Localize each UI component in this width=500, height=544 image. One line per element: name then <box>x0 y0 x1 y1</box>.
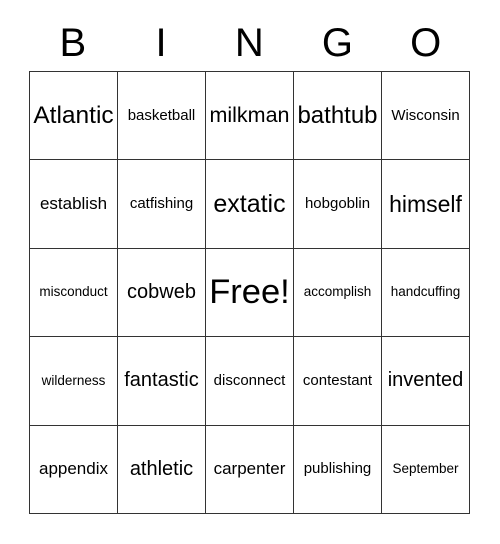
bingo-cell[interactable]: Atlantic <box>30 72 118 161</box>
bingo-cell[interactable]: extatic <box>206 160 294 249</box>
bingo-cell[interactable]: basketball <box>118 72 206 161</box>
bingo-cell[interactable]: cobweb <box>118 248 206 338</box>
bingo-cell-label: disconnect <box>213 372 286 390</box>
bingo-header-letter-i: I <box>155 20 168 65</box>
bingo-cell-label: wilderness <box>41 372 106 388</box>
bingo-cell-label: milkman <box>209 103 290 128</box>
bingo-cell-label: accomplish <box>303 284 372 300</box>
bingo-cell[interactable]: carpenter <box>206 425 294 514</box>
bingo-cell[interactable]: hobgoblin <box>294 160 382 249</box>
bingo-cell-label: extatic <box>213 189 286 218</box>
bingo-card: B I N G O Atlantic basketball milkman bathtub Wi… <box>0 0 500 544</box>
bingo-cell[interactable]: invented <box>382 337 470 426</box>
bingo-header-letter-o: O <box>410 20 442 65</box>
bingo-header-letter-g: G <box>321 20 354 65</box>
bingo-cell[interactable]: bathtub <box>294 72 382 161</box>
bingo-cell[interactable]: athletic <box>118 425 206 514</box>
bingo-cell-label: contestant <box>302 372 373 390</box>
bingo-cell-label: athletic <box>129 457 194 480</box>
bingo-cell-label: cobweb <box>127 280 196 303</box>
bingo-cell-label: Atlantic <box>33 101 114 129</box>
bingo-header-row: BINGO <box>29 14 470 71</box>
bingo-cell[interactable]: appendix <box>30 425 118 514</box>
bingo-cell-label: catfishing <box>129 195 194 213</box>
bingo-cell-label: September <box>392 461 459 477</box>
bingo-cell-label: establish <box>39 194 108 214</box>
bingo-cell[interactable]: fantastic <box>118 337 206 426</box>
bingo-cell-label: carpenter <box>213 459 286 479</box>
bingo-cell-label: himself <box>389 191 462 218</box>
bingo-cell-label: publishing <box>303 460 372 478</box>
bingo-cell-label: misconduct <box>39 284 108 300</box>
bingo-header-letter-b: B <box>59 20 87 65</box>
bingo-cell[interactable]: publishing <box>294 425 382 514</box>
bingo-cell[interactable]: catfishing <box>118 160 206 249</box>
bingo-cell[interactable]: disconnect <box>206 337 294 426</box>
bingo-cell-label: Wisconsin <box>391 106 460 124</box>
bingo-cell[interactable]: wilderness <box>30 337 118 426</box>
bingo-cell[interactable]: September <box>382 425 470 514</box>
bingo-cell[interactable]: himself <box>382 160 470 249</box>
bingo-cell-label: fantastic <box>124 369 199 392</box>
bingo-cell[interactable]: accomplish <box>294 248 382 338</box>
bingo-cell[interactable]: contestant <box>294 337 382 426</box>
bingo-cell-label: hobgoblin <box>304 195 371 213</box>
bingo-cell[interactable]: milkman <box>206 72 294 161</box>
bingo-cell[interactable]: handcuffing <box>382 248 470 338</box>
bingo-header-letter-n: N <box>234 20 265 65</box>
bingo-cell[interactable]: misconduct <box>30 248 118 338</box>
bingo-cell-label: invented <box>387 369 464 392</box>
bingo-cell-label: handcuffing <box>390 284 461 300</box>
bingo-cell-label: bathtub <box>297 102 378 130</box>
bingo-cell[interactable]: Wisconsin <box>382 72 470 161</box>
bingo-cell-label: basketball <box>127 106 196 124</box>
bingo-cell-label: Free! <box>209 273 290 312</box>
bingo-grid: Atlantic basketball milkman bathtub Wisconsi… <box>29 71 470 514</box>
bingo-free-space[interactable]: Free! <box>206 248 294 338</box>
bingo-cell[interactable]: establish <box>30 160 118 249</box>
bingo-cell-label: appendix <box>38 459 108 479</box>
